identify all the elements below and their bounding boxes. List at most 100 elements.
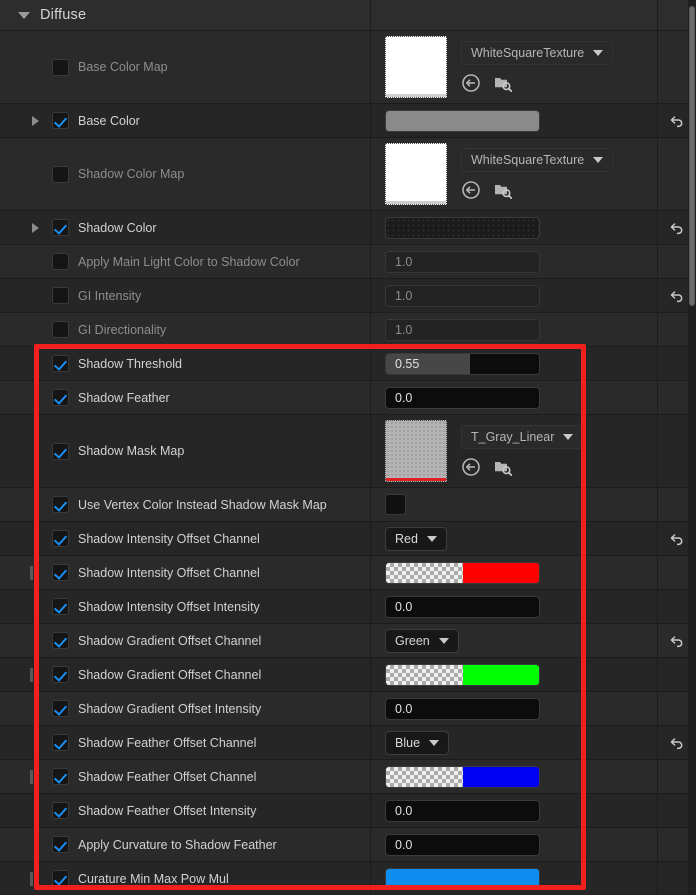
property-checkbox[interactable] [52,836,69,853]
property-checkbox[interactable] [52,700,69,717]
property-checkbox[interactable] [52,666,69,683]
number-field[interactable]: 1.0 [385,318,540,341]
browse-to-asset-icon[interactable] [493,180,513,200]
use-selected-asset-icon[interactable] [461,180,481,200]
use-selected-asset-icon[interactable] [461,457,481,477]
color-swatch-with-alpha[interactable] [385,663,540,686]
chevron-down-icon[interactable] [593,157,604,163]
property-row[interactable]: Base Color Map WhiteSquareTexture [0,31,696,104]
property-row[interactable]: Base Color [0,104,696,138]
dropdown[interactable]: Blue [385,730,450,755]
number-field[interactable]: 1.0 [385,284,540,307]
property-row[interactable]: Apply Main Light Color to Shadow Color 1.… [0,245,696,279]
texture-thumbnail[interactable] [385,36,447,98]
category-header-diffuse[interactable]: Diffuse [0,0,696,31]
property-row[interactable]: Shadow Color Map WhiteSquareTexture [0,138,696,211]
property-row[interactable]: Shadow Gradient Offset Channel [0,658,696,692]
browse-to-asset-icon[interactable] [493,457,513,477]
property-row[interactable]: Shadow Intensity Offset Intensity 0.0 [0,590,696,624]
expand-triangle-icon[interactable] [32,222,39,233]
property-row[interactable]: Shadow Mask Map T_Gray_Linear [0,415,696,488]
property-checkbox[interactable] [52,598,69,615]
reset-arrow-icon[interactable] [669,633,685,649]
vertical-scrollbar[interactable] [688,0,696,895]
triangle-down-icon[interactable] [18,11,30,19]
number-field[interactable]: 0.0 [385,799,540,822]
texture-thumbnail[interactable] [385,420,447,482]
property-row[interactable]: Shadow Feather Offset Intensity 0.0 [0,794,696,828]
use-selected-asset-icon[interactable] [461,73,481,93]
number-slider-field[interactable]: 0.55 [385,352,540,375]
property-checkbox[interactable] [52,389,69,406]
property-checkbox[interactable] [52,802,69,819]
number-field[interactable]: 0.0 [385,833,540,856]
scrollbar-thumb[interactable] [689,6,695,306]
chevron-down-icon[interactable] [593,50,604,56]
chevron-down-icon[interactable] [563,434,574,440]
color-swatch[interactable] [385,109,540,132]
column-divider[interactable] [370,31,371,895]
number-field[interactable]: 0.0 [385,697,540,720]
value-checkbox[interactable] [385,494,406,515]
property-row[interactable]: Use Vertex Color Instead Shadow Mask Map [0,488,696,522]
reset-arrow-icon[interactable] [669,113,685,129]
chevron-down-icon[interactable] [426,535,437,542]
dropdown[interactable]: Red [385,526,447,551]
color-swatch[interactable] [385,867,540,890]
property-checkbox[interactable] [52,496,69,513]
property-row[interactable]: Shadow Threshold 0.55 [0,347,696,381]
property-row[interactable]: Shadow Intensity Offset Channel Red [0,522,696,556]
reset-arrow-icon[interactable] [669,531,685,547]
property-row[interactable]: Shadow Feather Offset Channel [0,760,696,794]
texture-thumbnail[interactable] [385,143,447,205]
number-field[interactable]: 0.0 [385,595,540,618]
reset-arrow-icon[interactable] [669,220,685,236]
property-row[interactable]: GI Directionality 1.0 [0,313,696,347]
expand-triangle-icon[interactable] [32,115,39,126]
property-row[interactable]: Apply Curvature to Shadow Feather 0.0 [0,828,696,862]
texture-asset-picker[interactable]: WhiteSquareTexture [385,36,614,98]
color-swatch-with-alpha[interactable] [385,561,540,584]
number-field[interactable]: 0.0 [385,386,540,409]
asset-combo[interactable]: T_Gray_Linear [461,425,584,449]
property-checkbox[interactable] [52,734,69,751]
property-row[interactable]: GI Intensity 1.0 [0,279,696,313]
reset-arrow-icon[interactable] [669,288,685,304]
property-checkbox[interactable] [52,442,69,460]
column-divider-2[interactable] [657,31,658,895]
property-checkbox[interactable] [52,219,69,236]
property-row[interactable]: Shadow Gradient Offset Channel Green [0,624,696,658]
asset-combo[interactable]: WhiteSquareTexture [461,41,614,65]
number-field[interactable]: 1.0 [385,250,540,273]
property-row[interactable]: Shadow Intensity Offset Channel [0,556,696,590]
property-row[interactable]: Shadow Feather 0.0 [0,381,696,415]
property-checkbox[interactable] [52,768,69,785]
property-checkbox[interactable] [52,870,69,887]
property-checkbox[interactable] [52,321,69,338]
property-label: Base Color [78,113,140,128]
property-row[interactable]: Shadow Feather Offset Channel Blue [0,726,696,760]
property-checkbox[interactable] [52,253,69,270]
reset-arrow-icon[interactable] [669,735,685,751]
property-row[interactable]: Curature Min Max Pow Mul [0,862,696,895]
chevron-down-icon[interactable] [429,739,440,746]
texture-asset-picker[interactable]: T_Gray_Linear [385,420,584,482]
property-checkbox[interactable] [52,165,69,183]
property-checkbox[interactable] [52,355,69,372]
property-checkbox[interactable] [52,58,69,76]
property-checkbox[interactable] [52,632,69,649]
dropdown[interactable]: Green [385,628,459,653]
property-checkbox[interactable] [52,530,69,547]
asset-combo[interactable]: WhiteSquareTexture [461,148,614,172]
property-row[interactable]: Shadow Gradient Offset Intensity 0.0 [0,692,696,726]
property-checkbox[interactable] [52,564,69,581]
browse-to-asset-icon[interactable] [493,73,513,93]
chevron-down-icon[interactable] [438,637,449,644]
color-swatch[interactable] [385,216,540,239]
texture-asset-picker[interactable]: WhiteSquareTexture [385,143,614,205]
property-checkbox[interactable] [52,112,69,129]
property-row-left: Shadow Intensity Offset Channel [0,522,370,555]
property-checkbox[interactable] [52,287,69,304]
property-row[interactable]: Shadow Color [0,211,696,245]
color-swatch-with-alpha[interactable] [385,765,540,788]
